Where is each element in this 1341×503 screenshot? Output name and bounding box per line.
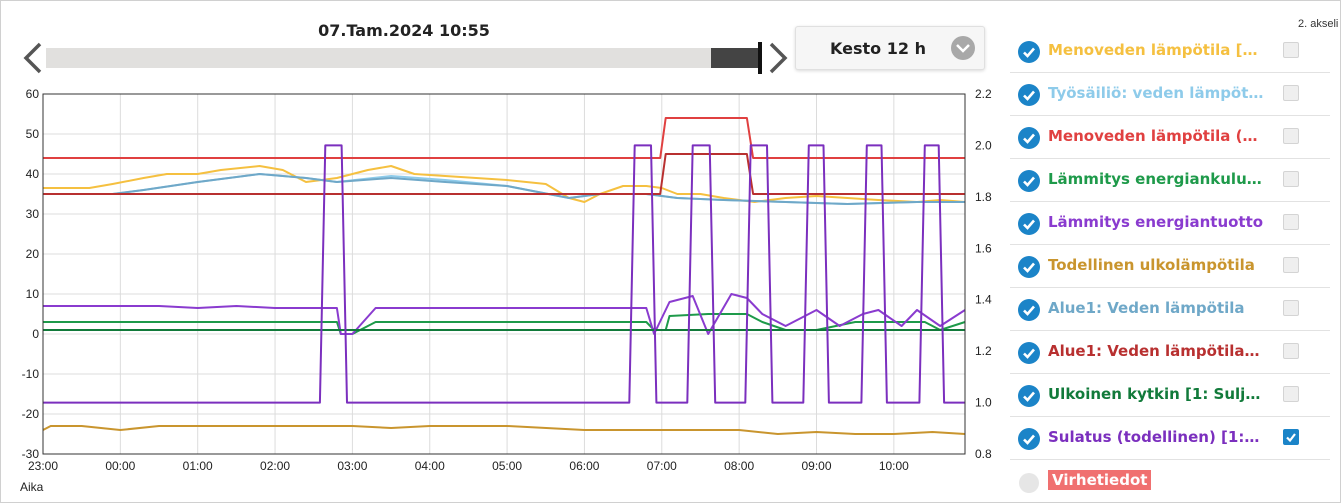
legend-label: Alue1: Veden lämpötila bbox=[1048, 299, 1245, 317]
x-tick-label: 10:00 bbox=[879, 459, 909, 473]
x-tick-label: 04:00 bbox=[415, 459, 445, 473]
axis2-checkbox[interactable] bbox=[1283, 85, 1299, 101]
legend-item[interactable]: Todellinen ulkolämpötila bbox=[1010, 245, 1330, 288]
axis2-checkbox[interactable] bbox=[1283, 128, 1299, 144]
legend-label: Ulkoinen kytkin [1: Suljettu] bbox=[1048, 385, 1264, 403]
y2-tick-label: 1.6 bbox=[975, 241, 992, 255]
series-line-7 bbox=[43, 173, 965, 205]
next-arrow-icon[interactable] bbox=[763, 40, 793, 76]
legend-label: Lämmitys energiankulutus bbox=[1048, 170, 1264, 188]
line-chart: 6050403020100-10-20-30 2.22.01.81.61.41.… bbox=[22, 87, 992, 473]
y-axis-ticks: 6050403020100-10-20-30 bbox=[22, 87, 40, 461]
checkmark-icon[interactable] bbox=[1018, 41, 1040, 63]
legend-label: Alue1: Veden lämpötila (tavoite) bbox=[1048, 342, 1264, 360]
x-tick-label: 03:00 bbox=[337, 459, 367, 473]
y2-tick-label: 1.8 bbox=[975, 190, 992, 204]
time-slider-track[interactable] bbox=[46, 48, 760, 68]
y-tick-label: -10 bbox=[22, 367, 40, 381]
legend-item[interactable]: Alue1: Veden lämpötila (tavoite) bbox=[1010, 331, 1330, 374]
y-tick-label: 30 bbox=[26, 207, 40, 221]
duration-label: Kesto 12 h bbox=[830, 39, 926, 58]
axis2-checkbox[interactable] bbox=[1283, 429, 1299, 445]
time-slider-window[interactable] bbox=[711, 48, 760, 68]
legend-item[interactable]: Lämmitys energiantuotto bbox=[1010, 202, 1330, 245]
x-tick-label: 06:00 bbox=[569, 459, 599, 473]
checkmark-icon[interactable] bbox=[1018, 256, 1040, 278]
axis2-checkbox[interactable] bbox=[1283, 214, 1299, 230]
y2-tick-label: 1.2 bbox=[975, 344, 992, 358]
legend-label: Lämmitys energiantuotto bbox=[1048, 213, 1264, 231]
x-tick-label: 00:00 bbox=[105, 459, 135, 473]
x-tick-label: 02:00 bbox=[260, 459, 290, 473]
x-tick-label: 01:00 bbox=[183, 459, 213, 473]
error-label: Virhetiedot bbox=[1048, 470, 1152, 490]
y-tick-label: -20 bbox=[22, 407, 40, 421]
y2-tick-label: 1.0 bbox=[975, 396, 992, 410]
legend-item[interactable]: Työsäiliö: veden lämpötila bbox=[1010, 73, 1330, 116]
legend-label: Sulatus (todellinen) [1: Päällä] bbox=[1048, 428, 1264, 446]
checkmark-icon[interactable] bbox=[1018, 213, 1040, 235]
axis2-checkbox[interactable] bbox=[1283, 171, 1299, 187]
axis2-checkbox[interactable] bbox=[1283, 300, 1299, 316]
y2-axis-ticks: 2.2 2.0 1.8 1.6 1.4 1.2 1.0 0.8 bbox=[975, 87, 992, 461]
legend-label: Työsäiliö: veden lämpötila bbox=[1048, 84, 1264, 102]
legend-label: Menoveden lämpötila (tavoite) bbox=[1048, 127, 1264, 145]
previous-arrow-icon[interactable] bbox=[18, 40, 48, 76]
y2-tick-label: 1.4 bbox=[975, 293, 992, 307]
x-tick-label: 07:00 bbox=[647, 459, 677, 473]
axis2-checkbox[interactable] bbox=[1283, 257, 1299, 273]
x-tick-label: 08:00 bbox=[724, 459, 754, 473]
axis2-checkbox[interactable] bbox=[1283, 343, 1299, 359]
y-tick-label: 50 bbox=[26, 127, 40, 141]
legend: Menoveden lämpötila [°C] Työsäiliö: veden… bbox=[1010, 30, 1330, 460]
x-tick-label: 05:00 bbox=[492, 459, 522, 473]
series-line-3 bbox=[43, 117, 965, 159]
legend-item[interactable]: Alue1: Veden lämpötila bbox=[1010, 288, 1330, 331]
x-axis-ticks: 23:00 00:00 01:00 02:00 03:00 04:00 05:00 06:00… bbox=[28, 459, 909, 473]
duration-dropdown[interactable]: Kesto 12 h bbox=[795, 26, 985, 70]
checkmark-icon[interactable] bbox=[1018, 84, 1040, 106]
y-tick-label: 10 bbox=[26, 287, 40, 301]
checkmark-icon[interactable] bbox=[1018, 127, 1040, 149]
checkmark-icon[interactable] bbox=[1018, 385, 1040, 407]
series-line-2 bbox=[43, 173, 965, 205]
legend-label: Menoveden lämpötila [°C] bbox=[1048, 41, 1264, 59]
legend-item[interactable]: Menoveden lämpötila (tavoite) bbox=[1010, 116, 1330, 159]
y2-tick-label: 2.0 bbox=[975, 138, 992, 152]
checkmark-icon[interactable] bbox=[1018, 428, 1040, 450]
chart-series bbox=[42, 117, 966, 435]
legend-item[interactable]: Ulkoinen kytkin [1: Suljettu] bbox=[1010, 374, 1330, 417]
x-axis-label: Aika bbox=[20, 480, 44, 494]
axis2-checkbox[interactable] bbox=[1283, 386, 1299, 402]
current-datetime: 07.Tam.2024 10:55 bbox=[318, 21, 490, 40]
legend-label: Todellinen ulkolämpötila bbox=[1048, 256, 1255, 274]
y-tick-label: 20 bbox=[26, 247, 40, 261]
checkmark-icon[interactable] bbox=[1018, 299, 1040, 321]
y-tick-label: 40 bbox=[26, 167, 40, 181]
error-row[interactable]: Virhetiedot bbox=[1010, 468, 1330, 498]
x-tick-label: 09:00 bbox=[801, 459, 831, 473]
time-slider-handle[interactable] bbox=[758, 42, 762, 74]
y2-tick-label: 2.2 bbox=[975, 87, 992, 101]
checkmark-icon[interactable] bbox=[1018, 342, 1040, 364]
y2-tick-label: 0.8 bbox=[975, 447, 992, 461]
legend-item[interactable]: Sulatus (todellinen) [1: Päällä] bbox=[1010, 417, 1330, 460]
axis2-header: 2. akseli bbox=[1298, 18, 1339, 30]
x-tick-label: 23:00 bbox=[28, 459, 58, 473]
series-line-6 bbox=[42, 425, 966, 435]
axis2-checkbox[interactable] bbox=[1283, 42, 1299, 58]
legend-item[interactable]: Lämmitys energiankulutus bbox=[1010, 159, 1330, 202]
error-toggle-icon[interactable] bbox=[1019, 473, 1039, 493]
y-tick-label: 60 bbox=[26, 87, 40, 101]
chevron-down-icon[interactable] bbox=[951, 36, 975, 60]
legend-item[interactable]: Menoveden lämpötila [°C] bbox=[1010, 30, 1330, 73]
checkmark-icon[interactable] bbox=[1018, 170, 1040, 192]
y-tick-label: 0 bbox=[32, 327, 39, 341]
